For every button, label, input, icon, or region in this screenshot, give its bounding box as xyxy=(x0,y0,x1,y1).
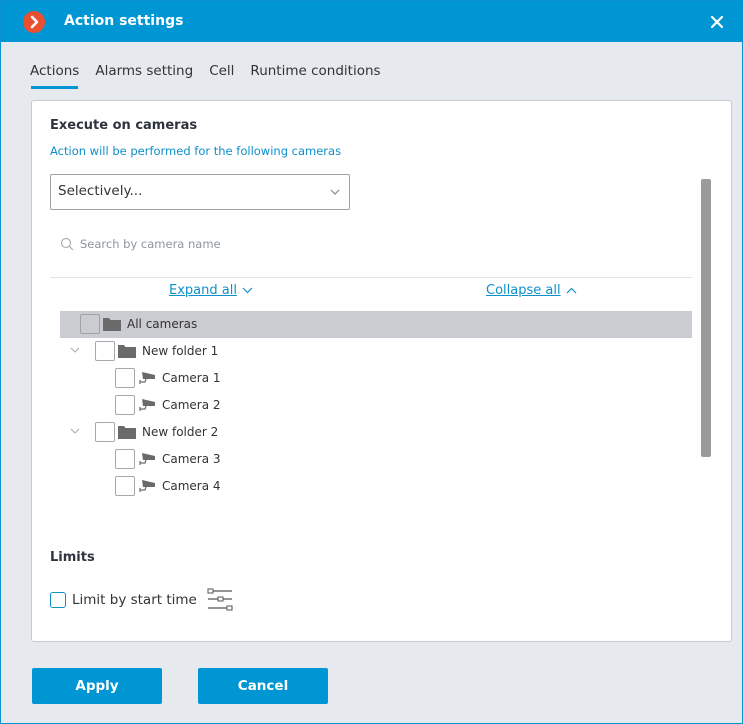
apply-button[interactable]: Apply xyxy=(32,668,162,704)
tree-label: Camera 3 xyxy=(162,452,221,466)
checkbox[interactable] xyxy=(95,422,115,442)
action-settings-dialog: Action settings Actions Alarms setting C… xyxy=(0,0,743,724)
tree-row-camera[interactable]: Camera 3 xyxy=(60,446,692,473)
sliders-settings-icon[interactable] xyxy=(206,586,234,614)
camera-mode-select[interactable]: Selectively... xyxy=(50,174,350,210)
close-icon xyxy=(710,15,724,29)
checkbox[interactable] xyxy=(80,314,100,334)
title-bar: Action settings xyxy=(1,1,742,42)
folder-icon xyxy=(103,318,121,331)
chevron-down-icon xyxy=(330,189,340,195)
camera-search-input[interactable]: Search by camera name xyxy=(50,231,350,257)
tree-row-camera[interactable]: Camera 1 xyxy=(60,365,692,392)
tree-label: New folder 2 xyxy=(142,425,219,439)
limit-by-start-time-checkbox[interactable] xyxy=(50,592,66,608)
folder-icon xyxy=(118,426,136,439)
expand-all-link[interactable]: Expand all xyxy=(169,283,237,298)
tree-label: Camera 2 xyxy=(162,398,221,412)
camera-icon xyxy=(139,453,155,465)
tree-row-camera[interactable]: Camera 2 xyxy=(60,392,692,419)
tab-cell[interactable]: Cell xyxy=(209,63,234,89)
folder-icon xyxy=(118,345,136,358)
execute-hint: Action will be performed for the followi… xyxy=(50,144,342,158)
close-button[interactable] xyxy=(707,12,727,32)
tree-row-folder[interactable]: New folder 1 xyxy=(60,338,692,365)
checkbox[interactable] xyxy=(115,395,135,415)
settings-panel: Execute on cameras Action will be perfor… xyxy=(31,100,732,642)
chevron-down-icon[interactable] xyxy=(70,347,80,353)
dialog-title: Action settings xyxy=(64,13,184,29)
camera-tree: All cameras New folder 1 Camera 1 Camera… xyxy=(60,311,692,500)
tree-label: Camera 1 xyxy=(162,371,221,385)
chevron-up-icon xyxy=(566,287,577,294)
checkbox[interactable] xyxy=(115,449,135,469)
tab-bar: Actions Alarms setting Cell Runtime cond… xyxy=(30,63,381,91)
camera-icon xyxy=(139,480,155,492)
checkbox[interactable] xyxy=(115,476,135,496)
cancel-button[interactable]: Cancel xyxy=(198,668,328,704)
collapse-all-link[interactable]: Collapse all xyxy=(486,283,561,298)
tree-row-all-cameras[interactable]: All cameras xyxy=(60,311,692,338)
limits-heading: Limits xyxy=(50,550,95,565)
chevron-down-icon xyxy=(242,287,253,294)
tree-row-folder[interactable]: New folder 2 xyxy=(60,419,692,446)
checkbox[interactable] xyxy=(115,368,135,388)
camera-icon xyxy=(139,399,155,411)
tree-divider xyxy=(50,277,692,278)
tree-label: All cameras xyxy=(127,317,198,331)
search-icon xyxy=(60,237,74,251)
tree-scrollbar[interactable] xyxy=(701,179,711,457)
checkbox[interactable] xyxy=(95,341,115,361)
limit-by-start-time-option: Limit by start time xyxy=(50,586,234,614)
limit-by-start-time-label: Limit by start time xyxy=(72,592,197,608)
chevron-down-icon[interactable] xyxy=(70,428,80,434)
app-logo-icon xyxy=(23,11,45,33)
camera-mode-value: Selectively... xyxy=(58,183,143,199)
tree-label: New folder 1 xyxy=(142,344,219,358)
execute-on-cameras-heading: Execute on cameras xyxy=(50,118,198,133)
tree-label: Camera 4 xyxy=(162,479,221,493)
tab-alarms-setting[interactable]: Alarms setting xyxy=(95,63,193,89)
tree-row-camera[interactable]: Camera 4 xyxy=(60,473,692,500)
search-placeholder: Search by camera name xyxy=(80,237,221,251)
camera-icon xyxy=(139,372,155,384)
tab-actions[interactable]: Actions xyxy=(30,63,79,89)
tab-runtime-conditions[interactable]: Runtime conditions xyxy=(250,63,380,89)
